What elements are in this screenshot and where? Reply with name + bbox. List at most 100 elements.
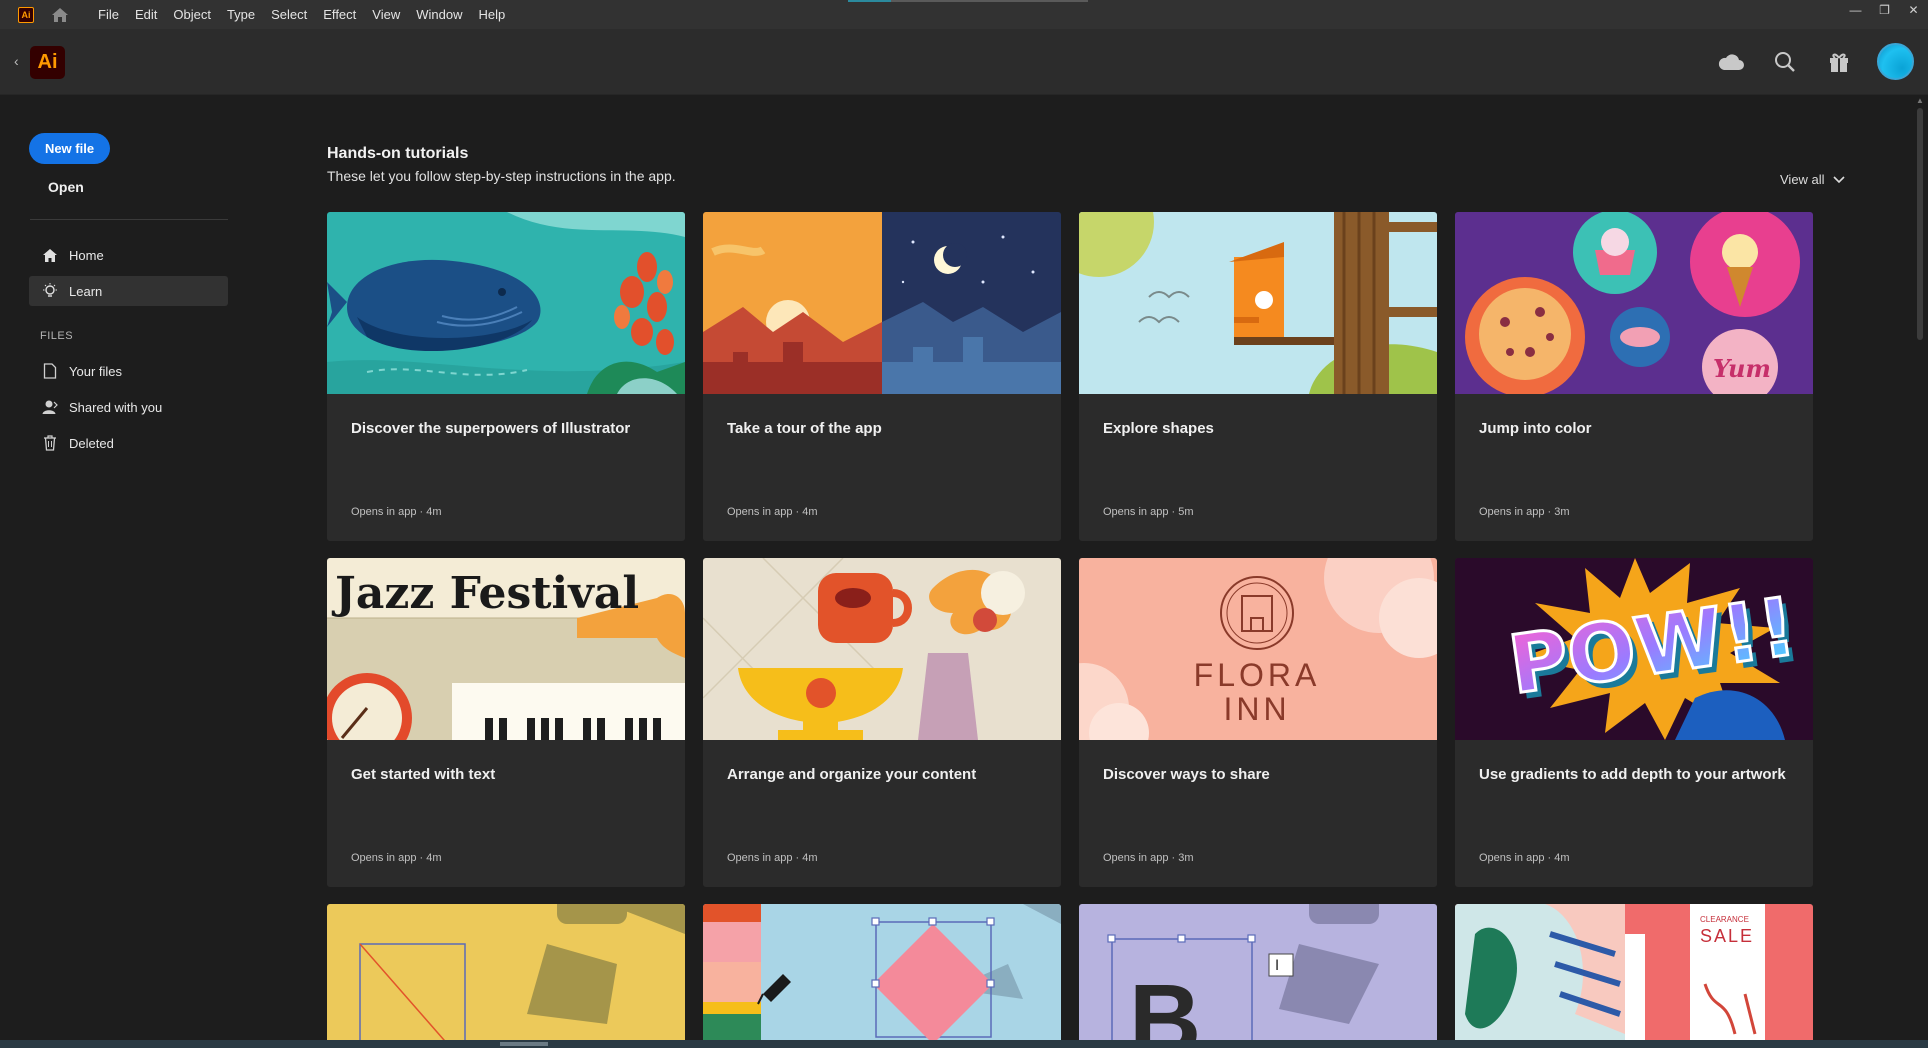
- tutorial-meta: Opens in app · 4m: [727, 506, 818, 518]
- tutorial-card[interactable]: Take a tour of the app Opens in app · 4m: [703, 212, 1061, 541]
- tutorial-card[interactable]: POW!! POW!! Use gradients to add depth t…: [1455, 558, 1813, 887]
- tutorial-title: Take a tour of the app: [727, 420, 882, 437]
- sidebar-item-deleted[interactable]: Deleted: [29, 428, 228, 458]
- menu-effect[interactable]: Effect: [315, 7, 364, 22]
- sidebar: New file Open Home Learn FILES Your file…: [0, 96, 250, 1036]
- menu-file[interactable]: File: [90, 7, 127, 22]
- tutorial-title: Jump into color: [1479, 420, 1592, 437]
- sidebar-divider: [30, 219, 228, 220]
- taskbar-indicator: [500, 1042, 548, 1046]
- sale-art-text: SALE: [1700, 926, 1754, 946]
- app-header: ‹ Ai: [0, 29, 1928, 95]
- sidebar-item-label: Shared with you: [69, 399, 163, 415]
- tutorial-card[interactable]: [703, 904, 1061, 1040]
- tutorial-card[interactable]: Discover the superpowers of Illustrator …: [327, 212, 685, 541]
- yum-art-text: Yum: [1713, 354, 1771, 383]
- tutorial-thumbnail: Yum: [1455, 212, 1813, 394]
- tutorial-thumbnail: [327, 904, 685, 1040]
- tutorial-card[interactable]: CLEARANCE SALE: [1455, 904, 1813, 1040]
- menu-help[interactable]: Help: [470, 7, 513, 22]
- inn-art-text: INN: [1223, 691, 1290, 727]
- restore-icon[interactable]: ❐: [1870, 0, 1899, 20]
- tutorial-card[interactable]: Explore shapes Opens in app · 5m: [1079, 212, 1437, 541]
- cloud-icon[interactable]: [1715, 46, 1747, 78]
- sidebar-item-shared-with-you[interactable]: Shared with you: [29, 392, 228, 422]
- tutorial-meta: Opens in app · 3m: [1479, 506, 1570, 518]
- new-file-button[interactable]: New file: [29, 133, 110, 164]
- sidebar-item-label: Learn: [69, 283, 103, 299]
- menu-bar: Ai File Edit Object Type Select Effect V…: [0, 0, 1928, 29]
- tutorial-meta: Opens in app · 4m: [1479, 852, 1570, 864]
- close-icon[interactable]: ✕: [1899, 0, 1928, 20]
- tutorial-title: Get started with text: [351, 766, 496, 783]
- sidebar-item-your-files[interactable]: Your files: [29, 356, 228, 386]
- window-controls: — ❐ ✕: [1841, 0, 1928, 22]
- tutorial-meta: Opens in app · 4m: [727, 852, 818, 864]
- sidebar-item-label: Home: [69, 247, 104, 263]
- tutorial-card[interactable]: Yum Jump into color Opens in app · 3m: [1455, 212, 1813, 541]
- clearance-art-text: CLEARANCE: [1700, 915, 1749, 924]
- sidebar-item-home[interactable]: Home: [29, 240, 228, 270]
- tutorial-thumbnail: [1079, 212, 1437, 394]
- menu-window[interactable]: Window: [408, 7, 470, 22]
- avatar[interactable]: [1877, 43, 1914, 80]
- open-link[interactable]: Open: [48, 179, 84, 195]
- files-heading: FILES: [40, 330, 74, 342]
- illustrator-logo: Ai: [30, 46, 65, 79]
- text-cursor-icon: I: [1275, 958, 1279, 974]
- tutorial-title: Explore shapes: [1103, 420, 1214, 437]
- sidebar-item-label: Deleted: [69, 435, 114, 451]
- tutorial-thumbnail: POW!! POW!!: [1455, 558, 1813, 740]
- scroll-up-icon[interactable]: ▲: [1916, 96, 1924, 105]
- view-all-button[interactable]: View all: [1780, 172, 1845, 187]
- tutorial-card[interactable]: Jazz Festival Get started with text Open…: [327, 558, 685, 887]
- search-icon[interactable]: [1769, 46, 1801, 78]
- home-icon: [41, 246, 59, 264]
- loading-progress-fill: [848, 0, 892, 2]
- gift-icon[interactable]: [1823, 46, 1855, 78]
- tutorial-thumbnail: Jazz Festival: [327, 558, 685, 740]
- b-art-text: B: [1129, 964, 1201, 1040]
- tutorial-card[interactable]: [327, 904, 685, 1040]
- tutorial-thumbnail: CLEARANCE SALE: [1455, 904, 1813, 1040]
- menu-select[interactable]: Select: [263, 7, 315, 22]
- menu-type[interactable]: Type: [219, 7, 263, 22]
- tutorial-thumbnail: B I: [1079, 904, 1437, 1040]
- tutorial-title: Use gradients to add depth to your artwo…: [1479, 766, 1786, 783]
- menu-view[interactable]: View: [364, 7, 408, 22]
- scrollbar-thumb[interactable]: [1917, 108, 1923, 340]
- jazz-art-text: Jazz Festival: [331, 568, 639, 619]
- tutorial-meta: Opens in app · 3m: [1103, 852, 1194, 864]
- tutorial-meta: Opens in app · 5m: [1103, 506, 1194, 518]
- lightbulb-icon: [41, 282, 59, 300]
- chevron-down-icon: [1832, 175, 1845, 183]
- collapse-chevron-icon[interactable]: ‹: [14, 53, 19, 69]
- sidebar-item-label: Your files: [69, 363, 122, 379]
- illustrator-app-icon: Ai: [18, 6, 34, 23]
- vertical-scrollbar[interactable]: ▲: [1912, 96, 1928, 1040]
- file-icon: [41, 362, 59, 380]
- sidebar-item-learn[interactable]: Learn: [29, 276, 228, 306]
- header-actions: [1715, 43, 1914, 80]
- minimize-icon[interactable]: —: [1841, 0, 1870, 20]
- tutorial-title: Arrange and organize your content: [727, 766, 977, 783]
- menu-edit[interactable]: Edit: [127, 7, 165, 22]
- tutorial-card[interactable]: FLORA INN Discover ways to share Opens i…: [1079, 558, 1437, 887]
- section-subtitle: These let you follow step-by-step instru…: [327, 168, 676, 184]
- tutorial-thumbnail: [703, 558, 1061, 740]
- menu-object[interactable]: Object: [165, 7, 219, 22]
- section-title: Hands-on tutorials: [327, 145, 469, 162]
- main-content: Hands-on tutorials These let you follow …: [250, 96, 1910, 1040]
- view-all-label: View all: [1780, 172, 1825, 187]
- home-icon[interactable]: [50, 5, 70, 25]
- tutorial-meta: Opens in app · 4m: [351, 506, 442, 518]
- tutorial-card[interactable]: Arrange and organize your content Opens …: [703, 558, 1061, 887]
- flora-art-text: FLORA: [1194, 657, 1321, 693]
- tutorial-thumbnail: [703, 212, 1061, 394]
- tutorial-title: Discover the superpowers of Illustrator: [351, 420, 631, 437]
- tutorial-meta: Opens in app · 4m: [351, 852, 442, 864]
- tutorial-card[interactable]: B I: [1079, 904, 1437, 1040]
- menu-list: File Edit Object Type Select Effect View…: [90, 7, 513, 22]
- taskbar-strip: [0, 1040, 1928, 1048]
- shared-user-icon: [41, 398, 59, 416]
